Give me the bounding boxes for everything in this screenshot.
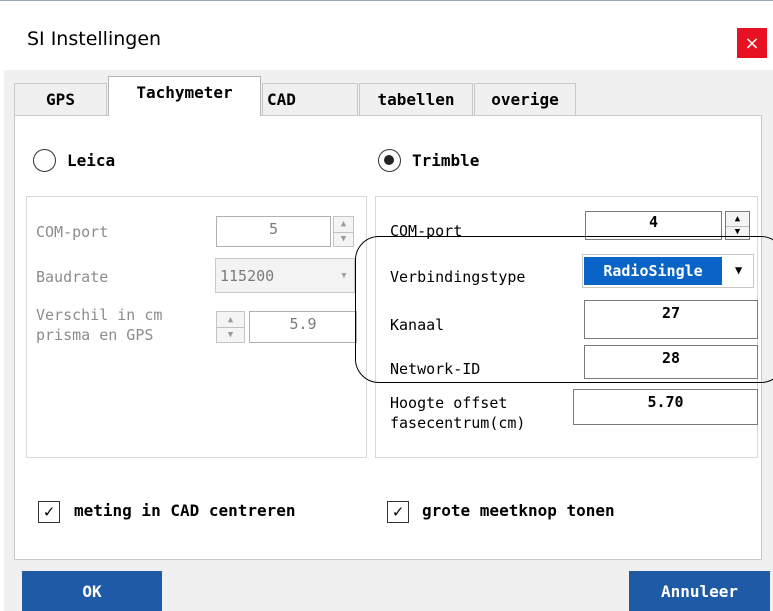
chevron-down-icon[interactable]: ▼ <box>735 263 742 277</box>
check-icon: ✓ <box>392 502 404 522</box>
tab-label: Tachymeter <box>136 83 233 102</box>
meting-in-cad-label: meting in CAD centreren <box>74 501 296 520</box>
meting-in-cad-checkbox[interactable]: ✓ <box>38 501 60 523</box>
label-line: Verschil in cm <box>36 306 163 324</box>
leica-radio[interactable] <box>33 149 56 172</box>
trimble-kanaal-label: Kanaal <box>390 316 445 334</box>
ok-button[interactable]: OK <box>22 571 162 611</box>
trimble-network-id-label: Network-ID <box>390 360 481 378</box>
field-value: 5 <box>268 220 279 238</box>
field-value: 4 <box>648 213 659 231</box>
chevron-down-icon: ▾ <box>340 268 348 283</box>
tab-label: overige <box>491 90 559 109</box>
label-line: Hoogte offset <box>390 394 508 412</box>
cancel-button[interactable]: Annuleer <box>629 571 770 611</box>
spin-down-icon: ▼ <box>340 233 347 244</box>
field-value: 5.9 <box>289 315 317 333</box>
trimble-kanaal-field[interactable]: 27 <box>584 300 758 339</box>
grote-meetknop-label: grote meetknop tonen <box>422 501 615 520</box>
tab-overige[interactable]: overige <box>474 83 576 115</box>
check-icon: ✓ <box>43 502 55 522</box>
leica-verschil-label: Verschil in cm prisma en GPS <box>36 305 162 345</box>
label-line: fasecentrum(cm) <box>390 414 526 432</box>
leica-label: Leica <box>67 151 116 170</box>
field-value: 27 <box>661 304 681 322</box>
trimble-com-port-field[interactable]: 4 <box>585 211 722 240</box>
leica-verschil-stepper: ▲ ▼ <box>216 311 245 343</box>
close-icon: × <box>744 32 760 54</box>
trimble-hoogte-label: Hoogte offset fasecentrum(cm) <box>390 393 525 433</box>
field-value: 5.70 <box>647 393 684 411</box>
tab-gps[interactable]: GPS <box>14 83 107 115</box>
tab-label: CAD <box>267 90 296 109</box>
trimble-network-id-field[interactable]: 28 <box>584 345 758 379</box>
trimble-verbindingstype-label: Verbindingstype <box>390 268 526 286</box>
trimble-radio[interactable] <box>378 149 401 172</box>
leica-verschil-field: 5.9 <box>249 311 357 343</box>
select-value: 115200 <box>220 267 275 285</box>
selected-option: RadioSingle <box>584 257 722 285</box>
radio-selected-dot <box>384 155 394 165</box>
spin-up-icon[interactable]: ▲ <box>726 212 749 227</box>
leica-com-port-label: COM-port <box>36 223 109 241</box>
spin-up-icon: ▲ <box>217 312 244 328</box>
window-title: SI Instellingen <box>27 28 162 50</box>
tab-tabellen[interactable]: tabellen <box>359 83 473 115</box>
field-value: 28 <box>661 349 681 367</box>
label-line: prisma en GPS <box>36 326 154 344</box>
spin-up-icon: ▲ <box>334 217 353 233</box>
tab-cad[interactable]: CAD <box>262 83 358 115</box>
tab-tachymeter[interactable]: Tachymeter <box>108 76 261 116</box>
trimble-label: Trimble <box>412 151 480 170</box>
leica-baudrate-label: Baudrate <box>36 268 109 286</box>
spin-down-icon[interactable]: ▼ <box>726 226 749 240</box>
trimble-com-port-stepper[interactable]: ▲ ▼ <box>725 211 750 240</box>
tab-label: tabellen <box>377 90 455 109</box>
trimble-com-port-label: COM-port <box>390 222 463 240</box>
trimble-hoogte-field[interactable]: 5.70 <box>573 389 758 425</box>
leica-baudrate-select: 115200 <box>215 258 355 293</box>
leica-com-port-stepper: ▲ ▼ <box>333 216 354 247</box>
leica-com-port-field: 5 <box>216 216 331 247</box>
grote-meetknop-checkbox[interactable]: ✓ <box>387 501 409 523</box>
close-button[interactable]: × <box>737 28 767 58</box>
tab-label: GPS <box>46 90 75 109</box>
spin-down-icon: ▼ <box>227 329 234 340</box>
